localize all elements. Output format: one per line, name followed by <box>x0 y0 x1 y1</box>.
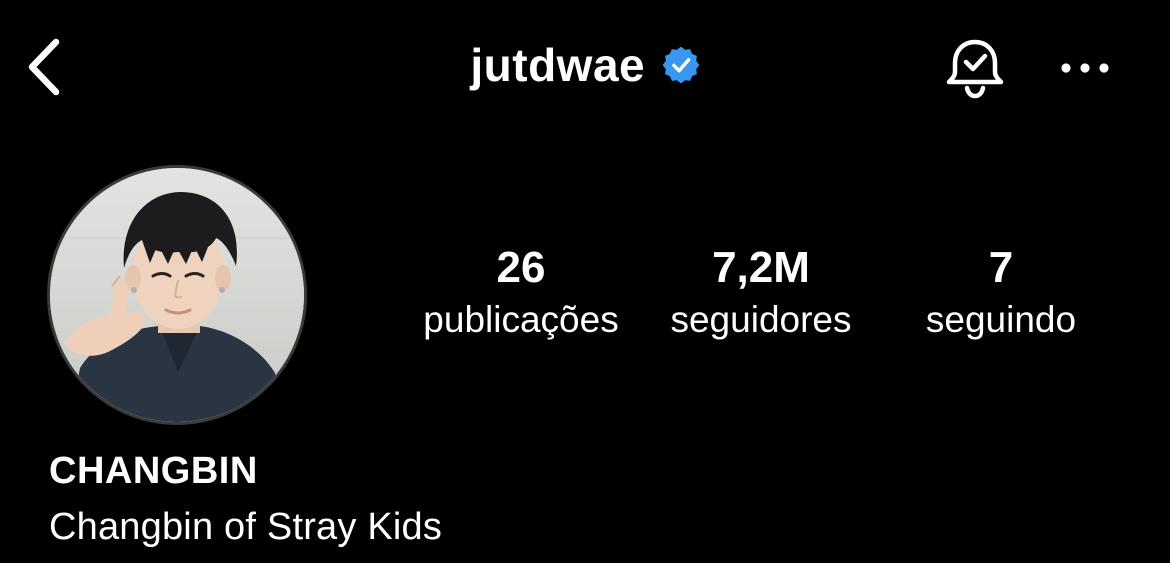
posts-count: 26 <box>496 243 546 292</box>
following-count: 7 <box>988 243 1014 292</box>
followers-label: seguidores <box>670 299 852 340</box>
more-horizontal-icon <box>1061 63 1109 73</box>
verified-badge-icon <box>662 46 700 84</box>
notifications-button[interactable] <box>942 36 1008 102</box>
back-button[interactable] <box>22 34 72 100</box>
more-options-button[interactable] <box>1054 46 1116 90</box>
display-name: CHANGBIN <box>49 450 258 492</box>
chevron-left-icon <box>28 38 60 96</box>
profile-header: jutdwae <box>0 0 1170 140</box>
posts-stat[interactable]: 26 publicações <box>410 242 632 344</box>
followers-count: 7,2M <box>712 243 810 292</box>
bell-check-icon <box>946 39 1004 99</box>
posts-label: publicações <box>423 299 619 340</box>
bio-text: Changbin of Stray Kids <box>49 506 443 548</box>
following-stat[interactable]: 7 seguindo <box>890 242 1112 344</box>
username: jutdwae <box>470 39 646 91</box>
followers-stat[interactable]: 7,2M seguidores <box>650 242 872 344</box>
following-label: seguindo <box>925 299 1077 340</box>
avatar[interactable] <box>47 165 307 425</box>
profile-photo <box>50 168 304 422</box>
